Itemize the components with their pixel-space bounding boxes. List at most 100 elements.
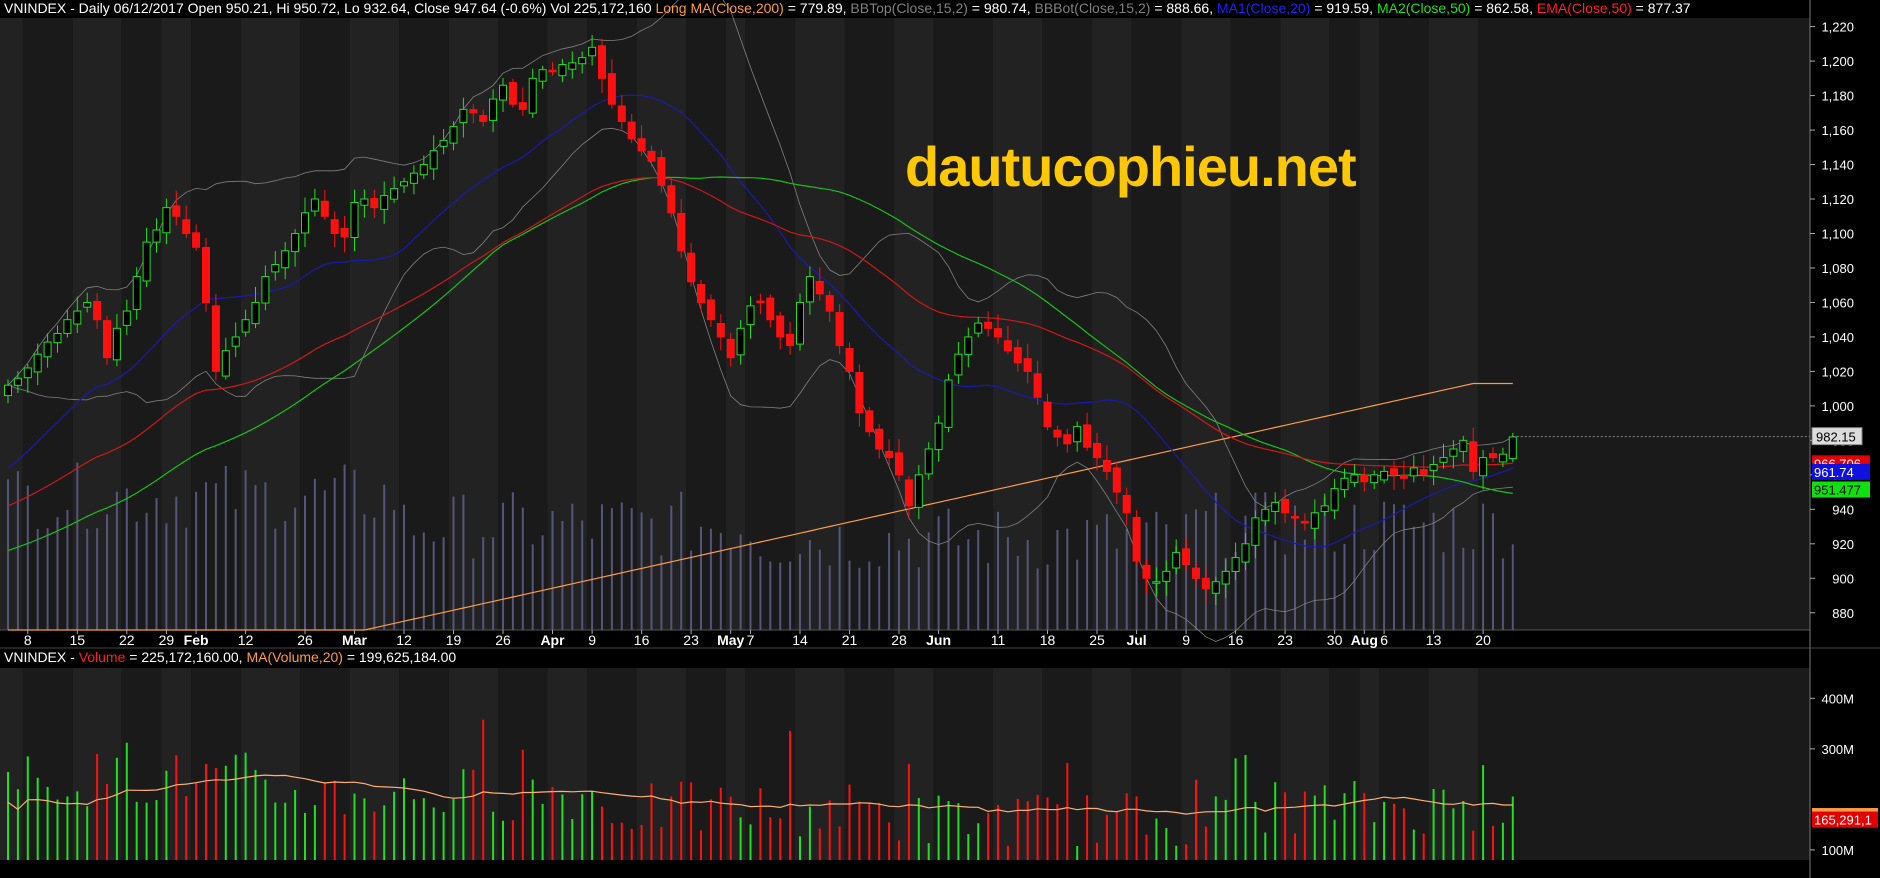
- overlay-volume-bar: [254, 485, 257, 630]
- candle-body-up: [122, 310, 131, 326]
- volume-bar-up: [36, 777, 39, 860]
- overlay-volume-bar: [868, 561, 871, 630]
- volume-bar-down: [511, 820, 514, 860]
- volume-bar-up: [313, 805, 316, 860]
- candle-body-down: [1201, 577, 1210, 590]
- candle: [944, 373, 953, 433]
- date-tick-label: 30: [1327, 632, 1343, 648]
- overlay-volume-bar: [195, 491, 198, 630]
- volume-bar-down: [640, 824, 643, 860]
- candle-body-up: [1172, 551, 1181, 569]
- volume-bar-down: [759, 788, 762, 860]
- overlay-volume-bar: [422, 532, 425, 630]
- candle-body-down: [845, 347, 854, 372]
- price-tick-label: 900: [1832, 571, 1854, 586]
- date-tick-label: 9: [588, 632, 596, 648]
- candle-body-down: [1360, 474, 1369, 483]
- price-tick-label: 1,200: [1821, 54, 1854, 69]
- volume-bar-down: [1363, 792, 1366, 860]
- overlay-volume-bar: [561, 520, 564, 630]
- volume-bar-down: [898, 840, 900, 860]
- date-tick-label: 12: [396, 632, 412, 648]
- overlay-volume-bar: [789, 561, 792, 630]
- overlay-volume-bar: [482, 537, 485, 630]
- candle: [211, 293, 220, 381]
- price-symbol: VNINDEX: [4, 0, 67, 16]
- volume-bar-down: [789, 730, 792, 860]
- volume-bar-up: [1501, 822, 1504, 860]
- candle: [1132, 510, 1141, 566]
- volume-bar-up: [1155, 818, 1158, 860]
- ma50-label: MA2(Close,50): [1376, 0, 1471, 16]
- candle-body-up: [964, 336, 973, 356]
- price-tick-label: 1,160: [1821, 123, 1854, 138]
- ma50-value: = 862.58,: [1470, 0, 1537, 16]
- overlay-volume-bar: [125, 488, 128, 630]
- candle-body-up: [796, 301, 804, 345]
- price-stripe: [844, 18, 895, 630]
- overlay-volume-bar: [957, 545, 960, 630]
- candle-body-up: [934, 422, 943, 451]
- overlay-volume-bar: [1185, 514, 1188, 630]
- volume-bar-down: [907, 763, 910, 860]
- volume-bar-down: [719, 787, 722, 860]
- price-stripe: [1478, 18, 1810, 630]
- overlay-volume-bar: [828, 565, 831, 630]
- candle-body-up: [1221, 570, 1230, 585]
- overlay-volume-bar: [1482, 503, 1485, 630]
- volume-bar-down: [1294, 833, 1296, 860]
- candle-body-down: [756, 300, 765, 304]
- volume-stripe: [1478, 668, 1810, 860]
- overlay-volume-bar: [7, 479, 9, 630]
- price-tick-label: 1,020: [1821, 364, 1854, 379]
- volume-bar-down: [888, 822, 891, 860]
- overlay-volume-bar: [1353, 504, 1356, 630]
- overlay-volume-bar: [1056, 530, 1059, 630]
- candle: [1508, 432, 1517, 463]
- stock-chart[interactable]: 8809009209409609801,0001,0201,0401,0601,…: [0, 0, 1880, 878]
- candle-body-up: [43, 341, 52, 358]
- volume-bar-down: [1056, 804, 1059, 860]
- volume-bar-down: [1284, 792, 1287, 860]
- volume-bar-down: [650, 783, 653, 860]
- overlay-volume-bar: [848, 560, 851, 630]
- candle-body-up: [400, 181, 408, 187]
- volume-bar-up: [353, 793, 356, 860]
- candle-body-up: [439, 139, 448, 147]
- candle-body-down: [1083, 424, 1092, 448]
- overlay-volume-bar: [56, 517, 59, 630]
- volume-bar-down: [858, 801, 861, 860]
- price-stripe: [993, 18, 1043, 630]
- bbtop-value: = 980.74,: [967, 0, 1035, 16]
- volume-bar-down: [1204, 826, 1207, 860]
- candle-body-down: [1489, 453, 1497, 459]
- volume-bar-down: [1303, 791, 1306, 860]
- volume-bar-up: [452, 798, 455, 860]
- volume-bar-up: [1175, 845, 1178, 860]
- overlay-volume-bar: [343, 464, 346, 630]
- volume-bar-up: [502, 820, 504, 860]
- candle-body-down: [706, 299, 715, 321]
- price-tick-label: 1,040: [1821, 330, 1854, 345]
- candle-body-down: [835, 312, 844, 347]
- overlay-volume-bar: [878, 566, 881, 630]
- candle-body-down: [1013, 347, 1022, 364]
- candle-body-up: [805, 276, 814, 303]
- overlay-volume-bar: [1422, 522, 1425, 630]
- candle-body-up: [241, 319, 250, 333]
- volume-bar-down: [333, 780, 336, 860]
- candle-body-down: [875, 428, 884, 450]
- candle-body-down: [1102, 459, 1111, 472]
- candle-body-up: [13, 377, 22, 386]
- volume-bar-down: [1402, 808, 1405, 860]
- candle-body-down: [607, 73, 616, 105]
- volume-bar-up: [462, 769, 465, 860]
- date-tick-label: 18: [1040, 632, 1056, 648]
- overlay-volume-bar: [660, 555, 663, 630]
- overlay-volume-bar: [214, 483, 217, 630]
- candle: [508, 78, 517, 108]
- overlay-volume-bar: [601, 504, 603, 630]
- candle-body-up: [1211, 581, 1220, 594]
- volume-bar-down: [700, 830, 702, 860]
- candle-body-up: [1162, 570, 1171, 582]
